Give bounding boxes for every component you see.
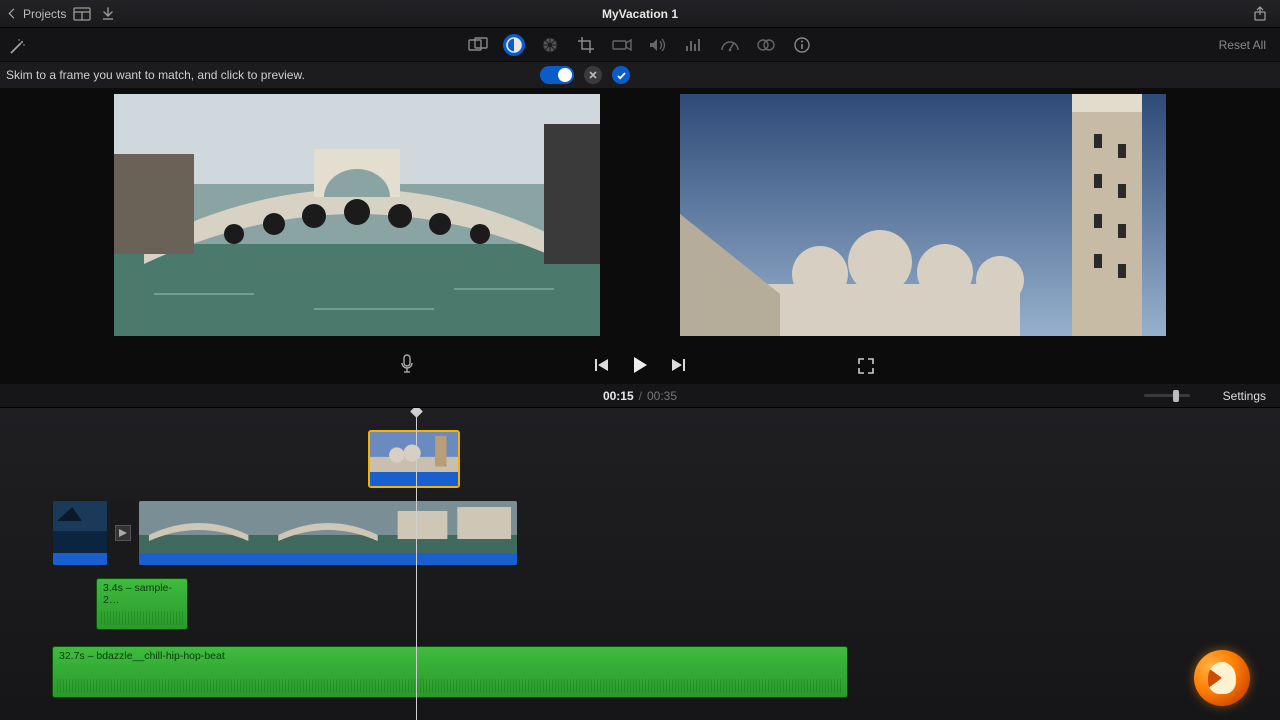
audio-clip-1[interactable]: 3.4s – sample-2… — [96, 578, 188, 630]
color-wheel-icon[interactable] — [539, 34, 561, 56]
media-browser-icon[interactable] — [72, 6, 92, 22]
time-separator: / — [639, 389, 642, 403]
info-icon[interactable] — [791, 34, 813, 56]
eq-icon[interactable] — [683, 34, 705, 56]
prev-frame-button[interactable] — [593, 356, 611, 374]
playhead[interactable] — [416, 408, 417, 720]
time-row: 00:15 / 00:35 Settings — [0, 384, 1280, 408]
match-toggle-switch[interactable] — [540, 66, 574, 84]
zoom-handle[interactable] — [1173, 390, 1179, 402]
current-time: 00:15 — [603, 389, 634, 403]
video-clip-2[interactable] — [138, 500, 518, 566]
video-clip-1[interactable] — [52, 500, 108, 566]
hint-row: Skim to a frame you want to match, and c… — [0, 62, 1280, 88]
back-label: Projects — [23, 7, 66, 21]
cancel-match-button[interactable] — [584, 66, 602, 84]
transport-controls — [593, 356, 687, 374]
video-track — [52, 500, 518, 566]
program-preview[interactable] — [680, 94, 1166, 336]
stabilize-icon[interactable] — [611, 34, 633, 56]
chevron-left-icon — [9, 9, 19, 19]
voiceover-record-button[interactable] — [400, 354, 414, 374]
audio-clip-1-label: 3.4s – sample-2… — [103, 582, 172, 606]
audio-clip-2[interactable]: 32.7s – bdazzle__chill-hip-hop-beat — [52, 646, 848, 698]
zoom-slider[interactable] — [1144, 394, 1190, 397]
duration: 00:35 — [647, 389, 677, 403]
transition-icon[interactable] — [110, 500, 136, 566]
source-preview[interactable] — [114, 94, 600, 336]
volume-icon[interactable] — [647, 34, 669, 56]
viewer-area — [0, 88, 1280, 384]
fullscreen-icon[interactable] — [858, 358, 874, 374]
timeline-settings-button[interactable]: Settings — [1223, 389, 1266, 403]
color-balance-icon[interactable] — [503, 34, 525, 56]
titlebar: Projects MyVacation 1 — [0, 0, 1280, 28]
crop-icon[interactable] — [575, 34, 597, 56]
adjust-toolbar: Reset All — [0, 28, 1280, 62]
overlay-clip-selected[interactable] — [368, 430, 460, 488]
next-frame-button[interactable] — [669, 356, 687, 374]
reset-all-button[interactable]: Reset All — [1219, 38, 1266, 52]
overlay-icon[interactable] — [467, 34, 489, 56]
timeline[interactable]: 3.4s – sample-2… 32.7s – bdazzle__chill-… — [0, 408, 1280, 720]
import-icon[interactable] — [98, 6, 118, 22]
audio-clip-2-label: 32.7s – bdazzle__chill-hip-hop-beat — [59, 650, 225, 662]
project-title: MyVacation 1 — [310, 7, 970, 21]
back-to-projects-button[interactable]: Projects — [10, 7, 66, 21]
magic-wand-icon[interactable] — [6, 36, 28, 58]
apply-match-button[interactable] — [612, 66, 630, 84]
play-button[interactable] — [631, 356, 649, 374]
speed-icon[interactable] — [719, 34, 741, 56]
watermark-logo — [1194, 650, 1250, 706]
hint-text: Skim to a frame you want to match, and c… — [6, 68, 305, 82]
filter-icon[interactable] — [755, 34, 777, 56]
share-icon[interactable] — [1250, 6, 1270, 22]
